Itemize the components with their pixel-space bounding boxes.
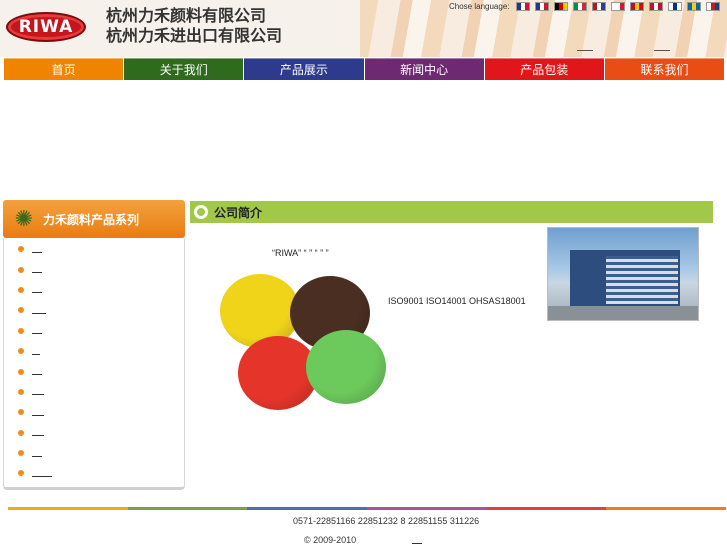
nav-item-1[interactable]: 首页 — [4, 58, 124, 80]
sidebar-item-label[interactable] — [32, 435, 44, 437]
nav-item-6[interactable]: 联系我们 — [604, 58, 725, 80]
finland-flag-icon[interactable] — [668, 2, 682, 11]
footer-bar-segment — [367, 507, 487, 510]
germany-flag-icon[interactable] — [554, 2, 568, 11]
nav-item-2[interactable]: 关于我们 — [124, 58, 244, 80]
sidebar-item-label[interactable] — [32, 414, 44, 416]
building-windows — [606, 256, 678, 304]
footer-color-bar — [8, 507, 727, 510]
company-name: 杭州力禾颜料有限公司 杭州力禾进出口有限公司 — [106, 6, 282, 46]
uk-flag-icon[interactable] — [516, 2, 530, 11]
sidebar-list-item[interactable] — [18, 341, 52, 361]
circle-bullet-icon — [194, 205, 208, 219]
intro-text: “RIWA” “ ” “ ” ” — [272, 248, 329, 258]
company-building-image — [547, 227, 699, 321]
sidebar-list-item[interactable] — [18, 321, 52, 341]
footer-link-underline[interactable] — [412, 543, 422, 544]
sidebar-list-item[interactable] — [18, 443, 52, 463]
sidebar-header: ✺ 力禾颜料产品系列 — [3, 200, 185, 238]
spain-flag-icon[interactable] — [630, 2, 644, 11]
company-name-line1: 杭州力禾颜料有限公司 — [106, 6, 267, 25]
sidebar-item-label[interactable] — [32, 333, 42, 335]
header-link-underline[interactable] — [654, 50, 670, 51]
bullet-icon — [18, 246, 24, 253]
main-nav: 首页 关于我们 产品展示 新闻中心 产品包装 联系我们 — [4, 58, 725, 80]
france-flag-icon[interactable] — [535, 2, 549, 11]
certification-text: ISO9001 ISO14001 OHSAS18001 — [388, 296, 526, 306]
sidebar-item-label[interactable] — [32, 312, 46, 314]
footer-bar-segment — [486, 507, 607, 510]
bullet-icon — [18, 450, 24, 457]
sidebar-item-label[interactable] — [32, 475, 52, 477]
footer-bar-segment — [127, 507, 248, 510]
bullet-icon — [18, 327, 24, 334]
poland-flag-icon[interactable] — [611, 2, 625, 11]
section-title-bar: 公司简介 — [190, 201, 713, 223]
footer-bar-segment — [247, 507, 368, 510]
butterfly-icon: ✺ — [14, 206, 34, 231]
sidebar-item-label[interactable] — [32, 353, 40, 355]
sidebar-list-item[interactable] — [18, 402, 52, 422]
riwa-logo[interactable]: RIWA — [6, 12, 86, 42]
sidebar-item-label[interactable] — [32, 251, 42, 253]
sidebar-item-label[interactable] — [32, 455, 42, 457]
footer-bar-segment — [8, 507, 128, 510]
building-ground — [548, 306, 698, 320]
sweden-flag-icon[interactable] — [687, 2, 701, 11]
language-flags — [516, 2, 720, 11]
czech-flag-icon[interactable] — [706, 2, 720, 11]
bullet-icon — [18, 429, 24, 436]
sidebar-list-item[interactable] — [18, 280, 52, 300]
sidebar-item-label[interactable] — [32, 394, 44, 396]
product-category-list — [18, 239, 52, 484]
language-label: Chose language: — [449, 2, 510, 11]
pigment-pile — [306, 330, 386, 404]
denmark-flag-icon[interactable] — [649, 2, 663, 11]
bullet-icon — [18, 348, 24, 355]
bullet-icon — [18, 266, 24, 273]
sidebar-list-item[interactable] — [18, 300, 52, 320]
header-link-underline[interactable] — [577, 50, 593, 51]
company-name-line2: 杭州力禾进出口有限公司 — [106, 26, 283, 45]
footer-contact: 0571-22851166 22851232 8 22851155 311226 — [293, 516, 480, 526]
bullet-icon — [18, 368, 24, 375]
pigment-powders-image — [216, 272, 386, 410]
footer-copyright: © 2009-2010 — [304, 535, 357, 545]
sidebar-list-item[interactable] — [18, 423, 52, 443]
sidebar-item-label[interactable] — [32, 272, 42, 274]
bullet-icon — [18, 470, 24, 477]
nav-item-4[interactable]: 新闻中心 — [364, 58, 484, 80]
logo-text: RIWA — [18, 17, 74, 37]
bullet-icon — [18, 409, 24, 416]
sidebar-item-label[interactable] — [32, 374, 42, 376]
sidebar-title: 力禾颜料产品系列 — [43, 212, 140, 227]
sidebar-list-item[interactable] — [18, 361, 52, 381]
sidebar-list-item[interactable] — [18, 239, 52, 259]
bullet-icon — [18, 307, 24, 314]
italy-flag-icon[interactable] — [573, 2, 587, 11]
nav-item-3[interactable]: 产品展示 — [244, 58, 364, 80]
sidebar-list-item[interactable] — [18, 259, 52, 279]
section-title: 公司简介 — [214, 205, 263, 220]
sidebar-list-item[interactable] — [18, 463, 52, 483]
nav-item-5[interactable]: 产品包装 — [484, 58, 604, 80]
sidebar-list-item[interactable] — [18, 382, 52, 402]
netherlands-flag-icon[interactable] — [592, 2, 606, 11]
sidebar-item-label[interactable] — [32, 292, 42, 294]
bullet-icon — [18, 388, 24, 395]
bullet-icon — [18, 286, 24, 293]
footer-bar-segment — [606, 507, 727, 510]
